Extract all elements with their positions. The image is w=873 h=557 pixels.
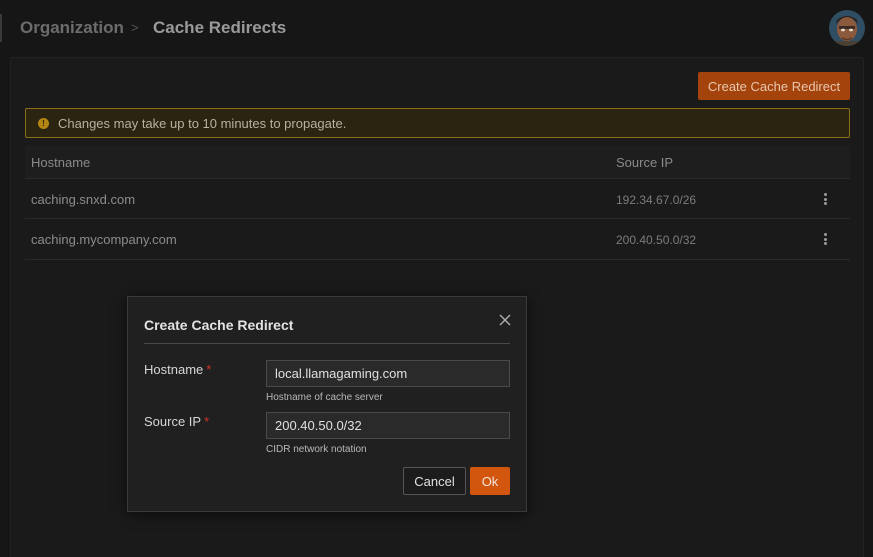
ok-button[interactable]: Ok (470, 467, 510, 495)
table-header: Hostname Source IP (25, 146, 850, 178)
source-ip-label: Source IP * (144, 414, 209, 429)
required-marker: * (206, 362, 212, 377)
column-header-hostname: Hostname (31, 155, 91, 170)
create-cache-redirect-dialog: Create Cache Redirect Hostname* Hostname… (127, 296, 527, 512)
row-source-ip: 200.40.50.0/32 (616, 233, 697, 247)
breadcrumb-organization[interactable]: Organization (20, 18, 124, 38)
topbar-divider (0, 14, 2, 42)
source-ip-input[interactable] (266, 412, 510, 439)
table-row[interactable]: caching.snxd.com 192.34.67.0/26 (25, 178, 850, 219)
hostname-input[interactable] (266, 360, 510, 387)
cache-redirects-table: Hostname Source IP caching.snxd.com 192.… (25, 146, 850, 260)
hostname-label-text: Hostname (144, 362, 204, 377)
dialog-title: Create Cache Redirect (144, 317, 294, 333)
source-ip-help: CIDR network notation (266, 444, 367, 455)
more-options-icon[interactable] (821, 231, 829, 247)
close-icon[interactable] (498, 313, 512, 327)
breadcrumb-separator: > (131, 20, 139, 35)
top-bar: Organization > Cache Redirects (0, 0, 873, 57)
create-cache-redirect-button[interactable]: Create Cache Redirect (698, 72, 850, 100)
propagation-alert: ! Changes may take up to 10 minutes to p… (25, 108, 850, 138)
more-options-icon[interactable] (821, 191, 829, 207)
required-marker: * (204, 414, 210, 429)
avatar-image (829, 10, 865, 46)
alert-message: Changes may take up to 10 minutes to pro… (58, 115, 347, 131)
page-title: Cache Redirects (153, 18, 287, 37)
info-icon: ! (38, 117, 49, 129)
hostname-help: Hostname of cache server (266, 392, 383, 403)
hostname-label: Hostname * (144, 362, 211, 377)
cancel-button[interactable]: Cancel (403, 467, 466, 495)
row-hostname: caching.mycompany.com (31, 232, 177, 247)
dialog-divider (144, 343, 510, 344)
column-header-source-ip: Source IP (616, 155, 674, 170)
row-hostname: caching.snxd.com (31, 192, 136, 207)
table-row[interactable]: caching.mycompany.com 200.40.50.0/32 (25, 219, 850, 260)
user-avatar[interactable] (829, 10, 865, 46)
source-ip-label-text: Source IP (144, 414, 202, 429)
row-source-ip: 192.34.67.0/26 (616, 193, 697, 207)
